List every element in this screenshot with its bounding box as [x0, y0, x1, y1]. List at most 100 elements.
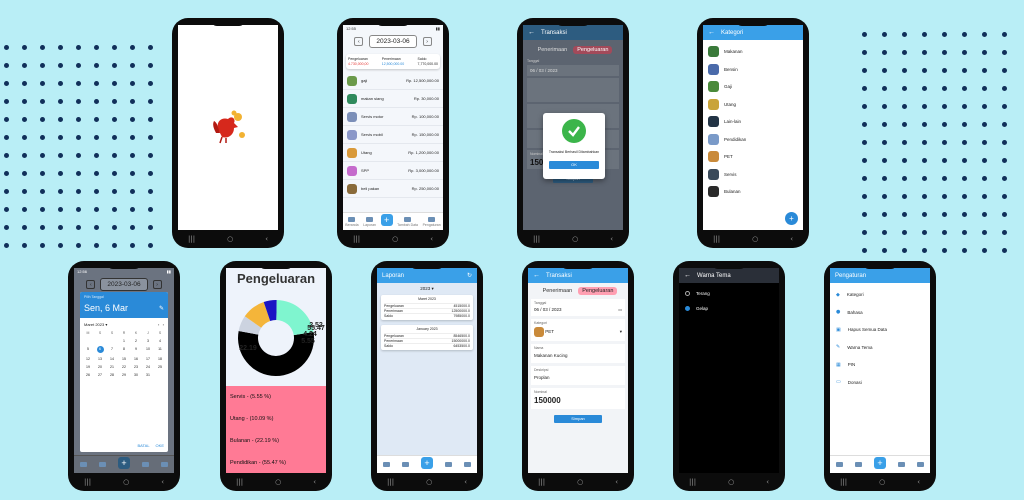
calendar-day[interactable]: 7	[106, 347, 118, 353]
transaction-row[interactable]: Servis mobil Rp. 150,000.00	[343, 126, 443, 144]
transaction-row[interactable]: Servis motor Rp. 100,000.00	[343, 108, 443, 126]
month-selector[interactable]: Maret 2023 ▾	[84, 322, 107, 327]
category-item[interactable]: PET	[703, 148, 803, 166]
next-month-icon[interactable]: ›	[163, 322, 164, 327]
nav-tambah[interactable]: Tambah Data	[397, 216, 418, 227]
add-data-button[interactable]: +	[874, 456, 886, 469]
tab-expense[interactable]: Pengeluaran	[573, 46, 613, 54]
next-date-button[interactable]: ›	[422, 37, 432, 46]
weekday-label: K	[134, 331, 138, 335]
transaction-row[interactable]: gaji Rp. 12,500,000.00	[343, 72, 443, 90]
dialog-ok-button[interactable]: OK	[549, 161, 599, 169]
description-field[interactable]: Proplan	[534, 372, 622, 383]
calendar-day[interactable]: 16	[130, 357, 142, 361]
settings-item[interactable]: ▦ PIN	[830, 356, 930, 374]
calendar-day[interactable]: 28	[106, 373, 118, 377]
calendar-day[interactable]: 23	[130, 365, 142, 369]
calendar-day[interactable]: 1	[118, 339, 130, 343]
edit-icon[interactable]: ✎	[159, 305, 164, 312]
date-display[interactable]: 2023-03-06	[100, 278, 148, 291]
calendar-day[interactable]: 30	[130, 373, 142, 377]
expense-value: 4.730,000,00	[348, 62, 369, 66]
calendar-day[interactable]: 11	[154, 347, 166, 353]
transaction-row[interactable]: Utang Rp. 1,200,000.00	[343, 144, 443, 162]
calendar-day[interactable]: 24	[142, 365, 154, 369]
calendar-day[interactable]: 8	[118, 347, 130, 353]
cancel-button[interactable]: BATAL	[137, 443, 149, 448]
calendar-day[interactable]: 13	[94, 357, 106, 361]
calendar-day[interactable]: 26	[82, 373, 94, 377]
date-field[interactable]: 06 / 03 / 2023	[527, 65, 619, 76]
nav-pengaturan[interactable]: Pengaturan	[423, 216, 441, 227]
prev-month-icon[interactable]: ‹	[158, 322, 159, 327]
calendar-day[interactable]: 22	[118, 365, 130, 369]
calendar-day[interactable]: 31	[142, 373, 154, 377]
decorative-dot	[942, 50, 947, 55]
category-item[interactable]: Servis	[703, 166, 803, 184]
decorative-dot	[902, 122, 907, 127]
category-item[interactable]: Lain-lain	[703, 113, 803, 131]
calendar-day[interactable]: 4	[154, 339, 166, 343]
radio-button[interactable]	[685, 291, 690, 296]
tab-income[interactable]: Penerimaan	[539, 287, 577, 295]
calendar-day[interactable]: 9	[130, 347, 142, 353]
date-field[interactable]: 06 / 03 / 2023 ▭	[534, 305, 622, 314]
settings-item[interactable]: ▣ Hapus Semua Data	[830, 321, 930, 339]
tab-income[interactable]: Penerimaan	[534, 46, 572, 54]
name-field[interactable]: Makanan Kucing	[534, 350, 622, 361]
calendar-day[interactable]: 29	[118, 373, 130, 377]
nav-laporan[interactable]: Laporan	[363, 216, 376, 227]
calendar-day[interactable]: 6	[96, 345, 104, 353]
calendar-day[interactable]: 25	[154, 365, 166, 369]
submit-button[interactable]: Simpan	[554, 415, 602, 423]
radio-button[interactable]	[685, 306, 690, 311]
decorative-dot	[982, 122, 987, 127]
prev-date-button[interactable]: ‹	[354, 37, 364, 46]
decorative-dot	[130, 99, 135, 104]
ok-button[interactable]: OKE	[156, 443, 164, 448]
calendar-day[interactable]: 10	[142, 347, 154, 353]
year-selector[interactable]: 2023 ▾	[377, 286, 477, 292]
calendar-day[interactable]: 19	[82, 365, 94, 369]
category-item[interactable]: Makanan	[703, 43, 803, 61]
calendar-day[interactable]: 14	[106, 357, 118, 361]
category-item[interactable]: Bulanan	[703, 183, 803, 201]
add-data-button[interactable]: +	[421, 456, 433, 469]
transaction-row[interactable]: beli pakan Rp. 250,000.00	[343, 180, 443, 198]
theme-option[interactable]: Gelap	[679, 301, 779, 316]
category-item[interactable]: Utang	[703, 96, 803, 114]
date-display[interactable]: 2023-03-06	[369, 35, 417, 48]
settings-item[interactable]: ● Bahasa	[830, 304, 930, 322]
decorative-dot	[112, 63, 117, 68]
report-card[interactable]: Maret 2023 Pengeluaran 4515000.0 Penerima…	[381, 295, 473, 320]
calendar-day[interactable]: 5	[82, 347, 94, 353]
transaction-row[interactable]: SPP Rp. 3,000,000.00	[343, 162, 443, 180]
category-item[interactable]: Gaji	[703, 78, 803, 96]
category-select[interactable]: PET ▾	[534, 325, 622, 339]
nav-beranda[interactable]: Beranda	[345, 216, 359, 227]
calendar-day[interactable]: 27	[94, 373, 106, 377]
nominal-field[interactable]: 150000	[534, 394, 622, 407]
calendar-day[interactable]: 17	[142, 357, 154, 361]
calendar-day[interactable]: 12	[82, 357, 94, 361]
calendar-day[interactable]: 3	[142, 339, 154, 343]
report-card[interactable]: January 2023 Pengeluaran 8546500.0 Peneri…	[381, 325, 473, 350]
tab-expense[interactable]: Pengeluaran	[578, 287, 618, 295]
add-category-button[interactable]: +	[785, 212, 798, 225]
refresh-icon[interactable]: ↻	[467, 272, 472, 279]
transaction-row[interactable]: makan siang Rp. 30,000.00	[343, 90, 443, 108]
calendar-day[interactable]: 21	[106, 365, 118, 369]
add-data-button[interactable]: +	[380, 213, 393, 226]
calendar-day[interactable]: 15	[118, 357, 130, 361]
calendar-day[interactable]: 20	[94, 365, 106, 369]
calendar-day[interactable]: 18	[154, 357, 166, 361]
decorative-dot	[148, 135, 153, 140]
settings-item[interactable]: ✎ Warna Tema	[830, 339, 930, 357]
settings-item[interactable]: ▭ Donasi	[830, 374, 930, 392]
settings-item[interactable]: ◆ Kategori	[830, 286, 930, 304]
calendar-day[interactable]: 2	[130, 339, 142, 343]
category-item[interactable]: Bensin	[703, 61, 803, 79]
decorative-dot	[58, 117, 63, 122]
category-item[interactable]: Pendidikan	[703, 131, 803, 149]
theme-option[interactable]: Terang	[679, 286, 779, 301]
